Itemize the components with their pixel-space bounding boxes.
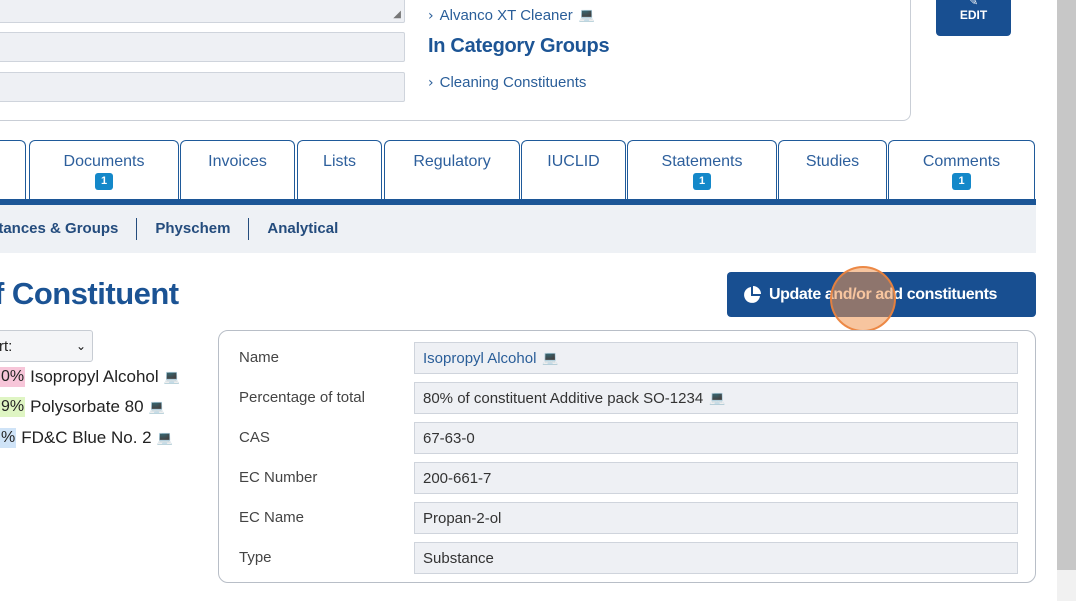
pencil-icon: ✎ (968, 0, 979, 8)
related-product-link[interactable]: › Alvanco XT Cleaner 💻 (428, 7, 595, 24)
tab-label: Regulatory (413, 153, 491, 170)
tab-label: Invoices (208, 153, 267, 170)
text-field-2[interactable] (0, 72, 405, 102)
constituent-item[interactable]: % FD&C Blue No. 2 💻 (0, 428, 173, 448)
sort-select[interactable]: rt: ⌄ (0, 330, 93, 362)
ec-name-value: Propan-2-ol (414, 502, 1018, 534)
tab-invoices[interactable]: Invoices (180, 140, 295, 200)
constituent-item[interactable]: 9% Polysorbate 80 💻 (0, 397, 165, 417)
vertical-scrollbar[interactable] (1057, 0, 1076, 601)
laptop-icon: 💻 (542, 350, 559, 366)
ec-number-label: EC Number (239, 469, 318, 486)
percentage-badge: 0% (0, 367, 26, 387)
count-badge: 1 (952, 173, 971, 190)
percentage-badge: 9% (0, 397, 26, 417)
constituent-detail-card: Name Isopropyl Alcohol 💻 Percentage of t… (218, 330, 1036, 583)
laptop-icon: 💻 (578, 8, 595, 23)
category-group-link[interactable]: › Cleaning Constituents (428, 74, 586, 91)
subnav-analytical[interactable]: Analytical (249, 218, 356, 240)
category-groups-heading: In Category Groups (428, 35, 610, 57)
subnav-substances-groups[interactable]: stances & Groups (0, 218, 138, 240)
count-badge: 1 (94, 173, 114, 190)
tab-label: Lists (323, 153, 356, 170)
click-indicator (830, 266, 896, 332)
tab-partial[interactable] (0, 140, 26, 200)
text-field-1[interactable] (0, 32, 405, 62)
percentage-value: 80% of constituent Additive pack SO-1234… (414, 382, 1018, 414)
percentage-badge: % (0, 428, 17, 448)
resize-grip-icon[interactable]: ◢ (393, 9, 401, 20)
chevron-right-icon: › (428, 74, 434, 91)
ec-name-text: Propan-2-ol (423, 509, 502, 527)
subnav-physchem[interactable]: Physchem (137, 218, 250, 240)
constituent-name[interactable]: FD&C Blue No. 2 (21, 428, 151, 448)
tab-comments[interactable]: Comments 1 (888, 140, 1035, 200)
constituent-name[interactable]: Isopropyl Alcohol (30, 367, 159, 387)
tab-bar: Documents 1 Invoices Lists Regulatory IU… (0, 140, 1036, 200)
tab-statements[interactable]: Statements 1 (627, 140, 777, 200)
description-textarea[interactable]: ◢ (0, 0, 405, 23)
percentage-text: 80% of constituent Additive pack SO-1234 (423, 389, 704, 407)
sub-navigation: stances & Groups Physchem Analytical (0, 205, 1036, 253)
percentage-label: Percentage of total (239, 389, 365, 406)
name-value[interactable]: Isopropyl Alcohol 💻 (414, 342, 1018, 374)
tab-iuclid[interactable]: IUCLID (521, 140, 626, 200)
laptop-icon: 💻 (148, 399, 165, 415)
tab-label: IUCLID (547, 153, 600, 170)
related-product-label[interactable]: Alvanco XT Cleaner (440, 7, 573, 24)
name-text[interactable]: Isopropyl Alcohol (423, 350, 536, 367)
chevron-right-icon: › (428, 7, 434, 24)
name-label: Name (239, 349, 280, 366)
constituent-item[interactable]: 0% Isopropyl Alcohol 💻 (0, 367, 180, 387)
ec-name-label: EC Name (239, 509, 305, 526)
sort-value: rt: (0, 337, 13, 355)
laptop-icon: 💻 (709, 390, 726, 406)
scrollbar-thumb[interactable] (1057, 0, 1076, 570)
edit-button[interactable]: ✎ EDIT (936, 0, 1011, 36)
tab-label: Comments (922, 153, 1001, 170)
category-group-label[interactable]: Cleaning Constituents (440, 74, 587, 91)
tab-label: Statements (661, 153, 743, 170)
type-text: Substance (423, 549, 494, 567)
laptop-icon: 💻 (156, 430, 173, 446)
ec-number-value: 200-661-7 (414, 462, 1018, 494)
cas-text: 67-63-0 (423, 429, 475, 447)
ec-number-text: 200-661-7 (423, 469, 492, 487)
tab-studies[interactable]: Studies (778, 140, 887, 200)
cas-value: 67-63-0 (414, 422, 1018, 454)
constituent-name[interactable]: Polysorbate 80 (30, 397, 143, 417)
laptop-icon: 💻 (163, 369, 180, 385)
tab-lists[interactable]: Lists (297, 140, 382, 200)
edit-label: EDIT (959, 8, 988, 22)
pie-chart-icon (744, 285, 761, 303)
tab-label: Documents (63, 153, 145, 170)
type-label: Type (239, 549, 272, 566)
type-value: Substance (414, 542, 1018, 574)
page-title: f Constituent (0, 276, 179, 311)
cas-label: CAS (239, 429, 270, 446)
page: ◢ › Alvanco XT Cleaner 💻 In Category Gro… (0, 0, 1076, 601)
chevron-down-icon: ⌄ (75, 339, 86, 353)
tab-documents[interactable]: Documents 1 (29, 140, 179, 200)
tab-regulatory[interactable]: Regulatory (384, 140, 520, 200)
tab-label: Studies (805, 153, 860, 170)
count-badge: 1 (692, 173, 712, 190)
